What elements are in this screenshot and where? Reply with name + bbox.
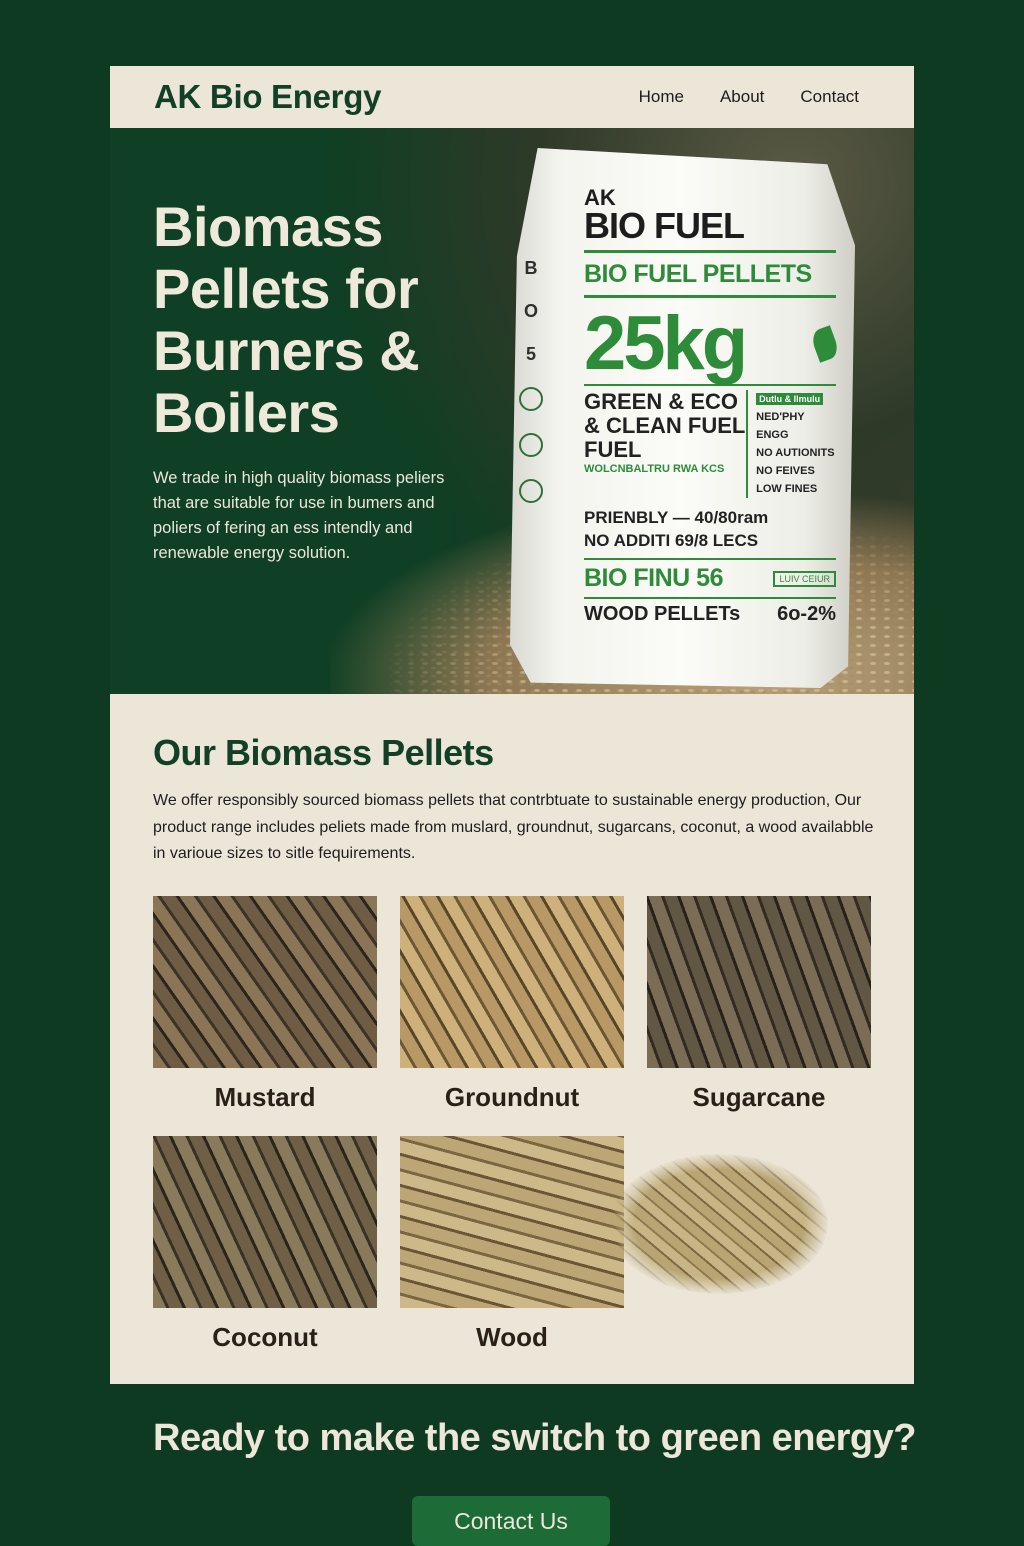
bag-weight-text: 25kg: [584, 301, 748, 386]
contact-us-button[interactable]: Contact Us: [412, 1496, 610, 1546]
main-nav: Home About Contact: [639, 87, 859, 107]
bag-features: GREEN & ECO & CLEAN FUEL FUEL WOLCNBALTR…: [584, 389, 749, 498]
coconut-pellets-image: [153, 1136, 377, 1308]
bag-side-panel: B O 5: [516, 258, 546, 638]
sugarcane-pellets-image: [647, 896, 871, 1068]
hero-section: Biomass Pellets for Burners & Boilers We…: [110, 128, 914, 694]
bag-side-letter: B: [524, 258, 538, 278]
bag-info-grid: GREEN & ECO & CLEAN FUEL FUEL WOLCNBALTR…: [584, 384, 836, 498]
product-card-coconut[interactable]: Coconut: [153, 1136, 377, 1353]
cta-section: Ready to make the switch to green energy…: [0, 1385, 1024, 1546]
site-header: AK Bio Energy Home About Contact: [110, 66, 914, 128]
bag-feature-line: FUEL: [584, 437, 642, 462]
bag-feature-line: & CLEAN FUEL: [584, 413, 746, 438]
product-label: Groundnut: [444, 1082, 580, 1112]
groundnut-pellets-image: [400, 896, 624, 1068]
bag-wood-row: WOOD PELLETs 6o-2%: [584, 597, 836, 626]
recycle-icon: [519, 387, 543, 411]
divider: [584, 250, 836, 253]
bag-wood-pct: 6o-2%: [777, 603, 836, 625]
bag-brand: BIO FUEL: [584, 205, 745, 246]
divider: [584, 295, 836, 298]
bag-row: PRIENBLY — 40/80ram: [584, 508, 769, 527]
nav-home[interactable]: Home: [639, 87, 684, 107]
product-card-groundnut[interactable]: Groundnut: [400, 896, 624, 1113]
leaf-icon: [809, 325, 841, 363]
bag-spec-line: NO AUTIONITS: [756, 447, 835, 459]
products-description: We offer responsibly sourced biomass pel…: [153, 792, 874, 862]
bag-wood-text: WOOD PELLETs: [584, 603, 741, 625]
nav-about[interactable]: About: [720, 87, 764, 107]
brand-logo[interactable]: AK Bio Energy: [154, 78, 381, 116]
product-label: Wood: [476, 1322, 548, 1352]
bag-feature-line: GREEN & ECO: [584, 389, 739, 414]
cert-icon: [519, 479, 543, 503]
bag-subtitle: BIO FUEL PELLETS: [584, 260, 812, 288]
bag-side-letter: 5: [525, 344, 536, 364]
bag-side-letter: O: [523, 301, 538, 321]
product-label: Sugarcane: [692, 1082, 826, 1112]
bag-spec-line: NED'PHY ENGG: [756, 411, 805, 441]
bag-weight: 25kg: [584, 301, 841, 386]
bag-row: NO ADDITI 69/8 LECS: [584, 531, 759, 550]
hero-description: We trade in high quality biomass peliers…: [153, 469, 445, 562]
bag-label: AK BIO FUEL BIO FUEL PELLETS 25kg GREEN …: [584, 187, 841, 626]
bag-fin-tag: LUIV CEIUR: [773, 570, 836, 587]
product-bag-image: B O 5 AK BIO FUEL BIO FUEL PELLETS 25kg: [510, 148, 855, 688]
bag-fin-text: BIO FINU 56: [584, 564, 723, 592]
product-label: Mustard: [214, 1082, 316, 1112]
products-title: Our Biomass Pellets: [153, 732, 494, 773]
leaf-badge-icon: [519, 433, 543, 457]
product-card-sugarcane[interactable]: Sugarcane: [647, 896, 871, 1113]
bag-spec-line: LOW FINES: [756, 483, 818, 495]
nav-contact[interactable]: Contact: [800, 87, 859, 107]
product-card-wood[interactable]: Wood: [400, 1136, 624, 1353]
bag-feature-small: WOLCNBALTRU RWA KCS: [584, 463, 725, 475]
products-section: Our Biomass Pellets We offer responsibly…: [110, 694, 914, 1384]
pellet-heap-image: [610, 1154, 828, 1294]
product-card-mustard[interactable]: Mustard: [153, 896, 377, 1113]
bag-spec-line: NO FEIVES: [756, 465, 815, 477]
product-label: Coconut: [212, 1322, 318, 1352]
cta-title: Ready to make the switch to green energy…: [153, 1417, 916, 1459]
bag-fin-row: BIO FINU 56 LUIV CEIUR: [584, 558, 836, 593]
bag-specs: Dutlu & Ilmulu NED'PHY ENGG NO AUTIONITS…: [748, 390, 836, 498]
hero-text: Biomass Pellets for Burners & Boilers We…: [153, 196, 483, 566]
page-frame: AK Bio Energy Home About Contact Biomass…: [110, 66, 914, 1384]
hero-title: Biomass Pellets for Burners & Boilers: [153, 195, 420, 444]
bag-spec-tag: Dutlu & Ilmulu: [756, 393, 824, 405]
wood-pellets-image: [400, 1136, 624, 1308]
mustard-pellets-image: [153, 896, 377, 1068]
